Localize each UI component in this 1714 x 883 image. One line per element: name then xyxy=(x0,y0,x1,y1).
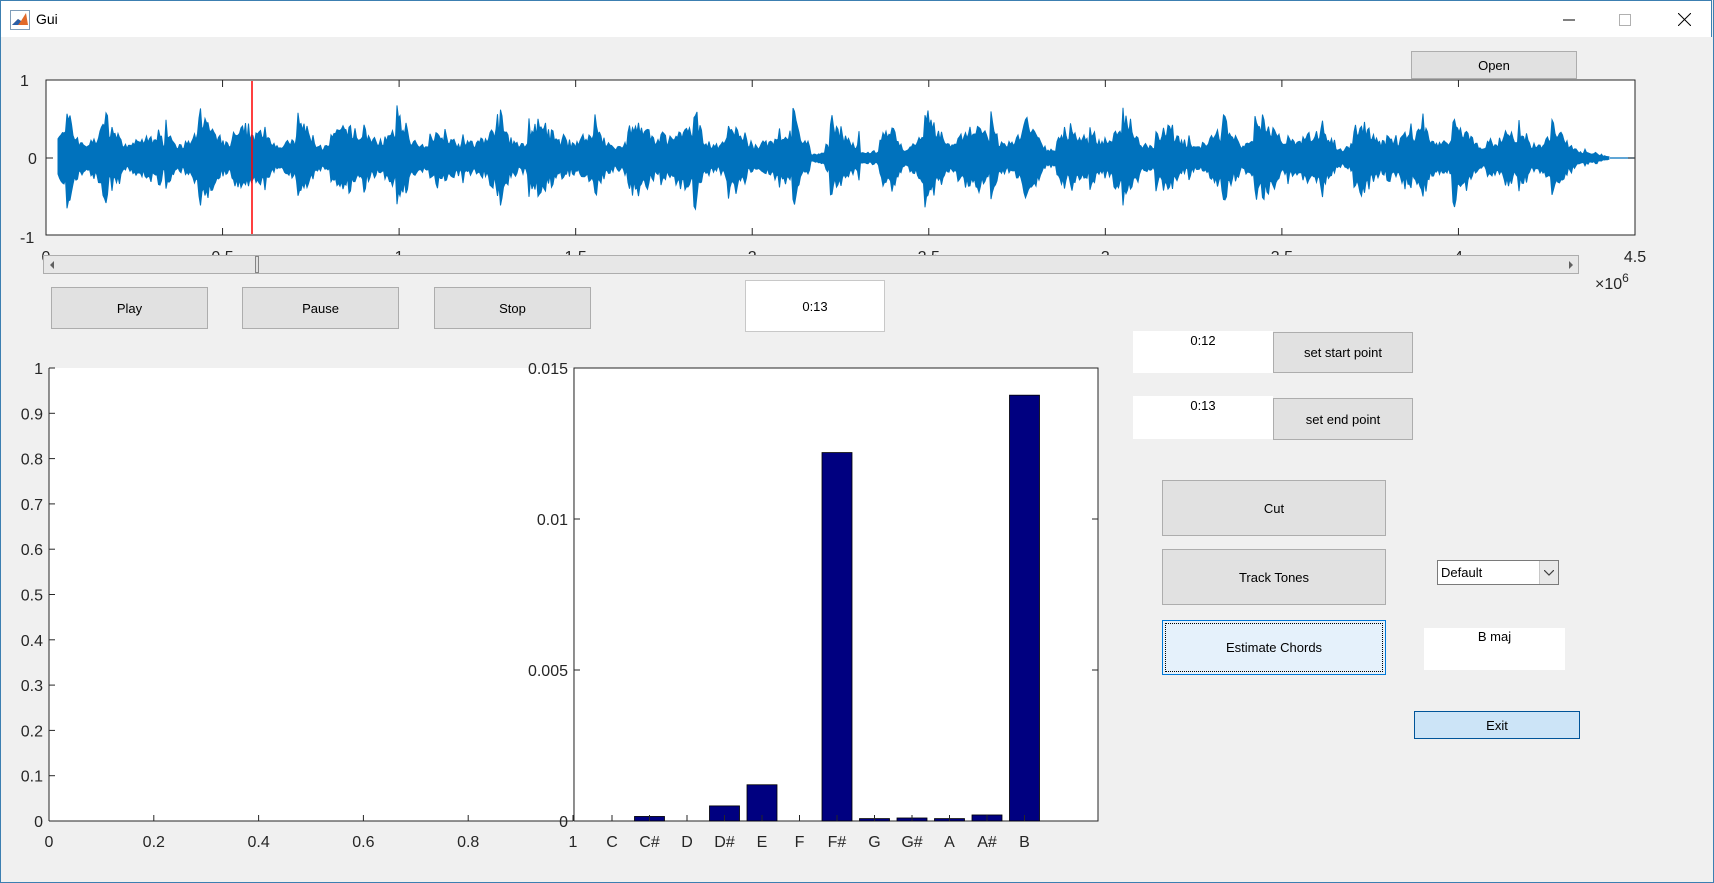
current-time-display: 0:13 xyxy=(745,280,885,332)
chroma-xtick-label: G xyxy=(868,834,880,851)
empty-ytick-label: 0.1 xyxy=(21,769,43,786)
waveform-xticklabel: 4.5 xyxy=(1624,249,1646,266)
waveform-x-multiplier: ×106 xyxy=(1595,271,1629,293)
chroma-xtick-label: G# xyxy=(901,834,922,851)
chevron-right-icon xyxy=(1568,260,1573,269)
stop-button[interactable]: Stop xyxy=(434,287,591,329)
slider-trough[interactable] xyxy=(60,256,1560,273)
empty-ytick-label: 0 xyxy=(34,814,43,831)
chroma-ytick-label: 0.005 xyxy=(528,663,568,680)
empty-xtick-label: 0.6 xyxy=(352,834,374,851)
empty-xtick-label: 0.4 xyxy=(247,834,269,851)
start-point-field[interactable]: 0:12 xyxy=(1133,331,1273,373)
dropdown-value: Default xyxy=(1441,565,1483,580)
set-end-point-button[interactable]: set end point xyxy=(1273,398,1413,440)
empty-ytick-label: 0.9 xyxy=(21,406,43,423)
end-point-field[interactable]: 0:13 xyxy=(1133,396,1273,439)
empty-ytick-label: 0.5 xyxy=(21,588,43,605)
slider-thumb[interactable] xyxy=(255,256,259,273)
play-button[interactable]: Play xyxy=(51,287,208,329)
position-slider[interactable] xyxy=(43,255,1579,274)
chevron-left-icon xyxy=(49,260,54,269)
chord-result-display: B maj xyxy=(1424,628,1565,670)
waveform-ytick-0: 0 xyxy=(28,151,37,168)
estimate-chords-button[interactable]: Estimate Chords xyxy=(1162,620,1386,675)
empty-ytick-label: 0.6 xyxy=(21,542,43,559)
chroma-xtick-label: C xyxy=(606,834,618,851)
empty-ytick-label: 0.4 xyxy=(21,633,43,650)
chroma-bar-fsharp xyxy=(821,452,853,822)
waveform-ytick-neg1: -1 xyxy=(20,230,34,247)
waveform-ytick-1: 1 xyxy=(20,73,29,90)
chroma-xtick-label: F xyxy=(795,834,805,851)
plots-canvas: 1 0 -1 00.511.522.533.544.5 ×106 10.90.8… xyxy=(20,73,1646,851)
chroma-bar-b xyxy=(1009,394,1040,822)
empty-xtick-label: 0.8 xyxy=(457,834,479,851)
dropdown-toggle[interactable] xyxy=(1539,561,1558,584)
chroma-xtick-label: A xyxy=(944,834,955,851)
track-tones-button[interactable]: Track Tones xyxy=(1162,549,1386,605)
set-start-point-button[interactable]: set start point xyxy=(1273,332,1413,373)
empty-xtick-label: 0 xyxy=(45,834,54,851)
empty-xtick-label: 1 xyxy=(569,834,578,851)
chroma-ytick-label: 0.01 xyxy=(537,512,568,529)
chroma-ytick-label: 0.015 xyxy=(528,361,568,378)
chroma-xtick-label: B xyxy=(1019,834,1030,851)
mode-dropdown[interactable]: Default xyxy=(1437,560,1559,585)
empty-ytick-label: 0.2 xyxy=(21,723,43,740)
empty-ytick-label: 0.3 xyxy=(21,678,43,695)
slider-left-arrow[interactable] xyxy=(46,259,57,270)
chroma-xtick-label: A# xyxy=(977,834,997,851)
chroma-xtick-label: E xyxy=(757,834,768,851)
chroma-xtick-label: F# xyxy=(828,834,847,851)
chroma-xtick-label: C# xyxy=(639,834,660,851)
slider-right-arrow[interactable] xyxy=(1565,259,1576,270)
cut-button[interactable]: Cut xyxy=(1162,480,1386,536)
chroma-xtick-label: D# xyxy=(714,834,735,851)
empty-ytick-label: 0.8 xyxy=(21,452,43,469)
empty-ytick-label: 0.7 xyxy=(21,497,43,514)
exit-button[interactable]: Exit xyxy=(1414,711,1580,739)
chroma-ytick-label: 0 xyxy=(559,814,568,831)
empty-xtick-label: 0.2 xyxy=(143,834,165,851)
chroma-xtick-label: D xyxy=(681,834,693,851)
empty-axes[interactable] xyxy=(49,368,573,821)
chevron-down-icon xyxy=(1544,569,1554,576)
pause-button[interactable]: Pause xyxy=(242,287,399,329)
empty-ytick-label: 1 xyxy=(34,361,43,378)
